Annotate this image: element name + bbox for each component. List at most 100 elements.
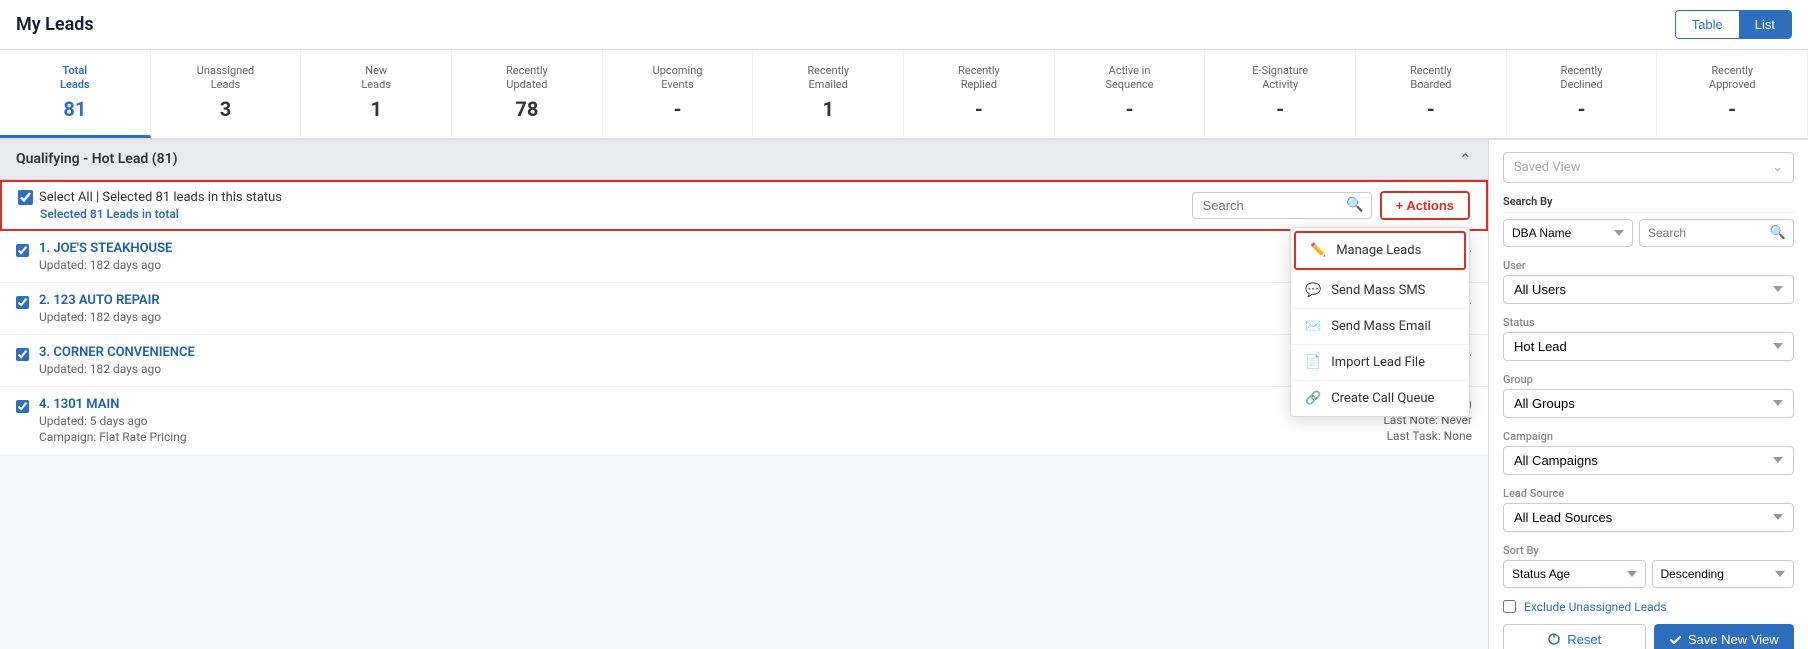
sort-by-row: Status Age Descending Ascending [1503,560,1794,588]
select-all-checkbox[interactable] [18,190,33,205]
lead-meta-campaign: Campaign: Flat Rate Pricing [39,430,1282,444]
stat-tab-label-esig: E-SignatureActivity [1213,64,1347,93]
actions-button[interactable]: + Actions [1380,191,1470,220]
stat-tab-value-boarded: - [1364,97,1498,121]
saved-view-chevron: ⌄ [1772,160,1783,175]
stat-tab-label-emailed: RecentlyEmailed [761,64,895,93]
search-by-label: Search By [1503,195,1552,208]
lead-info: 4. 1301 MAIN Updated: 5 days ago Campaig… [39,397,1282,444]
group-select[interactable]: All Groups [1503,389,1794,418]
lead-checkbox[interactable] [16,400,29,413]
lead-checkbox[interactable] [16,348,29,361]
create-call-queue-label: Create Call Queue [1331,391,1434,406]
content-area: Qualifying - Hot Lead (81) ⌃ Select All … [0,140,1488,649]
lead-right-task: Last Task: None [1292,429,1472,443]
stat-tab-emailed[interactable]: RecentlyEmailed 1 [753,50,904,138]
lead-item: 3. CORNER CONVENIENCE Updated: 182 days … [0,335,1488,387]
stat-tab-events[interactable]: UpcomingEvents - [603,50,754,138]
lead-name[interactable]: 1. JOE'S STEAKHOUSE [39,241,1282,256]
saved-view-dropdown[interactable]: Saved View ⌄ [1503,152,1794,183]
stat-tab-esig[interactable]: E-SignatureActivity - [1205,50,1356,138]
call-icon: 🔗 [1305,391,1321,406]
lead-source-select[interactable]: All Lead Sources [1503,503,1794,532]
stat-tab-approved[interactable]: RecentlyApproved - [1657,50,1808,138]
selection-main: Select All | Selected 81 leads in this s… [18,190,282,205]
group-title: Qualifying - Hot Lead (81) [16,151,177,167]
stat-tab-replied[interactable]: RecentlyReplied - [904,50,1055,138]
stat-tab-value-sequence: - [1063,97,1197,121]
view-toggle: Table List [1675,10,1792,39]
stat-tab-value-replied: - [912,97,1046,121]
lead-name[interactable]: 2. 123 AUTO REPAIR [39,293,1282,308]
lead-source-section: Lead Source All Lead Sources [1503,487,1794,532]
manage-leads-label: Manage Leads [1336,243,1421,258]
status-select[interactable]: Hot Lead [1503,332,1794,361]
main-layout: Qualifying - Hot Lead (81) ⌃ Select All … [0,140,1808,649]
stat-tab-boarded[interactable]: RecentlyBoarded - [1356,50,1507,138]
stat-tab-value-new: 1 [309,97,443,121]
lead-item: 2. 123 AUTO REPAIR Updated: 182 days ago… [0,283,1488,335]
lead-name[interactable]: 4. 1301 MAIN [39,397,1282,412]
stat-tab-label-declined: RecentlyDeclined [1515,64,1649,93]
search-input[interactable] [1192,192,1372,219]
group-filter-label: Group [1503,373,1794,386]
search-icon: 🔍 [1346,197,1363,213]
save-new-view-button[interactable]: Save New View [1654,624,1795,649]
user-label: User [1503,259,1794,272]
send-mass-email-item[interactable]: ✉️ Send Mass Email [1291,309,1469,345]
stat-tab-updated[interactable]: RecentlyUpdated 78 [452,50,603,138]
manage-leads-item[interactable]: ✏️ Manage Leads [1294,231,1466,270]
list-view-button[interactable]: List [1739,11,1791,38]
stat-tab-sequence[interactable]: Active inSequence - [1055,50,1206,138]
stats-bar: TotalLeads 81 UnassignedLeads 3 NewLeads… [0,50,1808,140]
exclude-unassigned-checkbox[interactable] [1503,600,1516,613]
sort-by-section: Sort By Status Age Descending Ascending [1503,544,1794,588]
lead-meta-updated: Updated: 5 days ago [39,414,1282,428]
lead-checkbox[interactable] [16,244,29,257]
reset-button[interactable]: Reset [1503,624,1646,649]
import-lead-file-label: Import Lead File [1331,355,1425,370]
stat-tab-label-new: NewLeads [309,64,443,93]
stat-tab-declined[interactable]: RecentlyDeclined - [1507,50,1658,138]
create-call-queue-item[interactable]: 🔗 Create Call Queue [1291,381,1469,416]
sidebar-footer: Reset Save New View [1503,624,1794,649]
page-title: My Leads [16,14,94,35]
sort-order-select[interactable]: Descending Ascending [1652,560,1795,588]
lead-list: 1. JOE'S STEAKHOUSE Updated: 182 days ag… [0,231,1488,456]
collapse-icon[interactable]: ⌃ [1459,150,1472,169]
search-by-select[interactable]: DBA Name Contact Name Phone Email [1503,219,1633,247]
stat-tab-unassigned[interactable]: UnassignedLeads 3 [151,50,302,138]
status-label: Status [1503,316,1794,329]
lead-info: 2. 123 AUTO REPAIR Updated: 182 days ago [39,293,1282,324]
sort-by-select[interactable]: Status Age [1503,560,1646,588]
import-icon: 📄 [1305,355,1321,370]
selection-sub-text: Selected [40,207,87,221]
search-by-row: DBA Name Contact Name Phone Email 🔍 [1503,219,1794,247]
email-icon: ✉️ [1305,319,1321,334]
table-view-button[interactable]: Table [1676,11,1739,38]
stat-tab-value-emailed: 1 [761,97,895,121]
send-mass-sms-item[interactable]: 💬 Send Mass SMS [1291,273,1469,309]
saved-view-label: Saved View [1514,160,1580,175]
status-section: Status Hot Lead [1503,316,1794,361]
user-select[interactable]: All Users [1503,275,1794,304]
campaign-select[interactable]: All Campaigns [1503,446,1794,475]
lead-name[interactable]: 3. CORNER CONVENIENCE [39,345,1282,360]
stat-tab-label-unassigned: UnassignedLeads [159,64,293,93]
lead-item: 4. 1301 MAIN Updated: 5 days ago Campaig… [0,387,1488,456]
selection-sub-bold: 81 Leads [90,207,139,221]
lead-info: 3. CORNER CONVENIENCE Updated: 182 days … [39,345,1282,376]
stat-tab-value-updated: 78 [460,97,594,121]
lead-info: 1. JOE'S STEAKHOUSE Updated: 182 days ag… [39,241,1282,272]
group-section: Group All Groups [1503,373,1794,418]
sms-icon: 💬 [1305,283,1321,298]
send-mass-sms-label: Send Mass SMS [1331,283,1425,298]
stat-tab-total[interactable]: TotalLeads 81 [0,50,151,138]
search-wrapper: 🔍 [1192,192,1372,219]
lead-checkbox[interactable] [16,296,29,309]
import-lead-file-item[interactable]: 📄 Import Lead File [1291,345,1469,381]
search-input-wrapper: 🔍 [1639,219,1794,247]
stat-tab-label-replied: RecentlyReplied [912,64,1046,93]
selection-bar: Select All | Selected 81 leads in this s… [0,180,1488,231]
stat-tab-new[interactable]: NewLeads 1 [301,50,452,138]
